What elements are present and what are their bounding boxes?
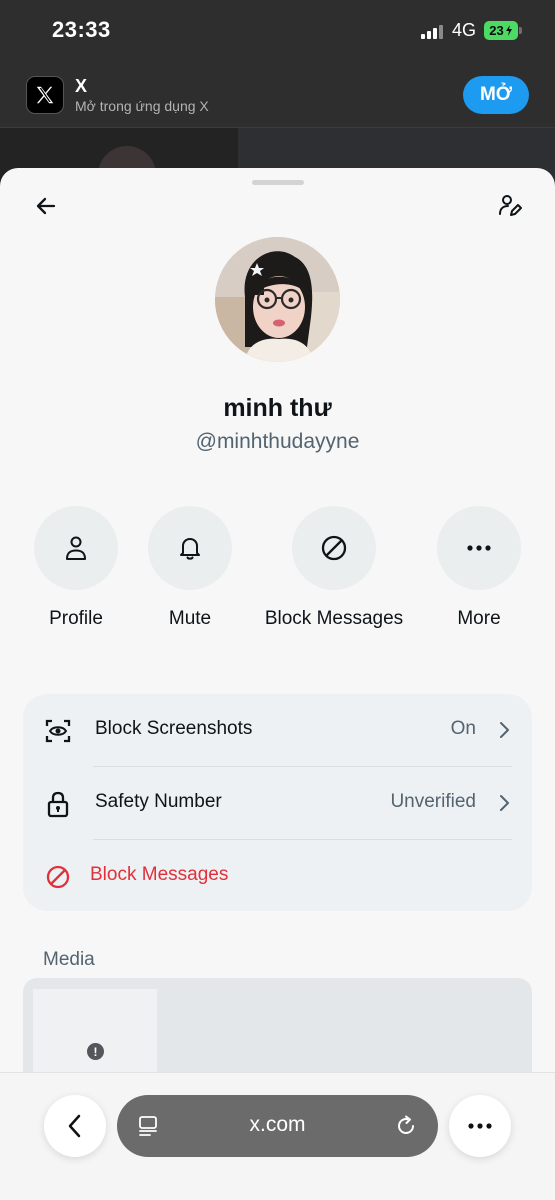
open-in-app-banner: X Mở trong ứng dụng X MỞ [0,62,555,128]
screenshot-eye-icon [43,716,73,746]
chevron-left-icon [68,1114,81,1138]
safety-number-value: Unverified [390,791,476,812]
sheet-grabber[interactable] [252,180,304,185]
block-screenshots-value: On [450,718,476,739]
address-bar[interactable]: x.com [117,1095,438,1157]
chevron-right-icon [500,795,509,811]
block-icon [43,862,73,892]
safety-number-label: Safety Number [95,791,222,812]
browser-toolbar: x.com [0,1072,555,1200]
more-action-label: More [457,608,501,629]
banner-title: X [75,76,88,96]
profile-sheet: minh thư @minhthudayyne Profile Mute Blo… [0,168,555,1200]
profile-action-button[interactable] [34,506,118,590]
block-icon [321,535,347,561]
settings-card: Block Screenshots On Safety Number Unver… [23,694,532,911]
signal-icon [421,24,445,39]
arrow-left-icon [36,197,56,215]
x-logo-icon[interactable] [26,76,64,114]
block-screenshots-row[interactable]: Block Screenshots On [23,694,532,766]
battery-tip [519,27,522,34]
profile-name: minh thư [223,394,332,422]
mute-action-button[interactable] [148,506,232,590]
block-messages-action-label: Block Messages [264,608,404,629]
bell-icon [180,538,200,560]
safety-number-row[interactable]: Safety Number Unverified [23,767,532,839]
more-action[interactable]: More [437,506,521,630]
battery-level: 23 [489,23,504,38]
banner-subtitle: Mở trong ứng dụng X [75,98,209,114]
reload-icon[interactable] [394,1114,418,1138]
media-section-title: Media [43,949,95,970]
status-bar: 23:33 4G 23 [0,0,555,62]
block-screenshots-label: Block Screenshots [95,718,253,739]
block-messages-label: Block Messages [90,864,229,885]
mute-action[interactable]: Mute [148,506,232,630]
block-messages-action[interactable]: Block Messages [250,506,418,630]
lock-icon [43,789,73,819]
block-messages-action-button[interactable] [292,506,376,590]
mute-action-label: Mute [168,608,212,629]
person-edit-icon [499,195,522,216]
network-type: 4G [452,20,477,40]
avatar[interactable] [215,237,340,362]
block-messages-row[interactable]: Block Messages [23,840,532,912]
status-time: 23:33 [52,17,111,42]
profile-action[interactable]: Profile [34,506,118,630]
url-text: x.com [249,1113,306,1136]
profile-handle: @minhthudayyne [195,430,360,453]
profile-action-label: Profile [49,608,103,629]
more-action-button[interactable] [437,506,521,590]
person-icon [66,536,86,560]
browser-more-button[interactable] [449,1095,511,1157]
edit-contact-button[interactable] [492,188,528,224]
browser-back-button[interactable] [44,1095,106,1157]
more-icon [468,1123,492,1129]
more-icon [467,545,491,551]
chevron-right-icon [500,722,509,738]
open-app-button[interactable]: MỞ [463,76,529,114]
battery-icon: 23 [484,21,518,40]
back-button[interactable] [28,188,64,224]
alert-icon: ! [87,1043,104,1060]
